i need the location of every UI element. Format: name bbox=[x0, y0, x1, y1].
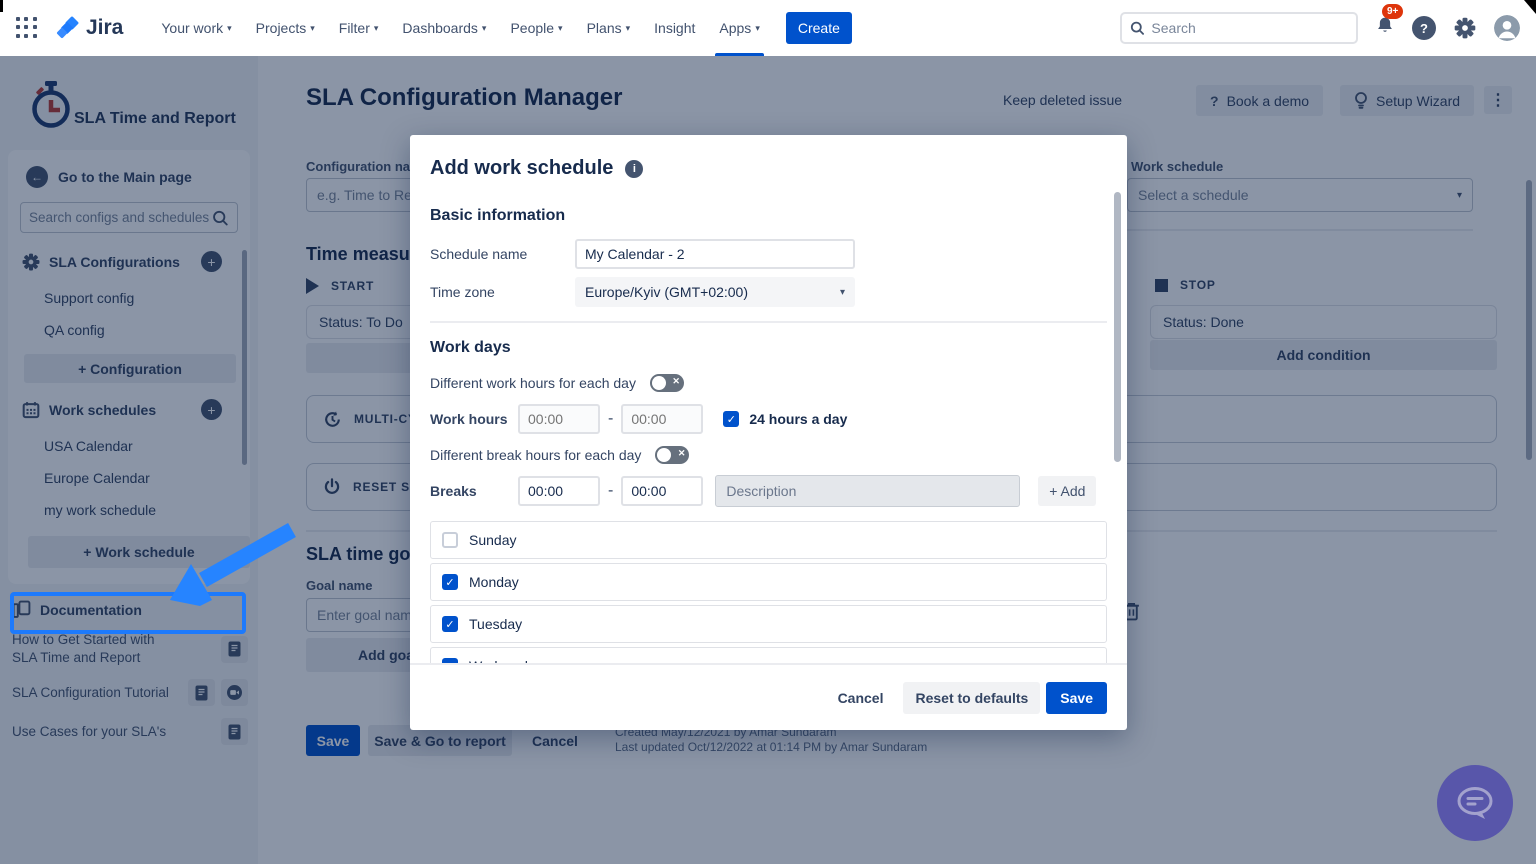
chevron-down-icon: ▾ bbox=[482, 23, 487, 34]
topnav-right-cluster: 9+ ? bbox=[1120, 12, 1520, 44]
all-day-label: 24 hours a day bbox=[749, 411, 847, 427]
search-input[interactable] bbox=[1151, 20, 1348, 36]
modal-title: Add work schedule bbox=[430, 157, 613, 180]
nav-item-people[interactable]: People▾ bbox=[498, 0, 574, 56]
nav-item-projects[interactable]: Projects▾ bbox=[244, 0, 327, 56]
nav-item-your-work[interactable]: Your work▾ bbox=[149, 0, 243, 56]
reset-defaults-button[interactable]: Reset to defaults bbox=[903, 682, 1040, 714]
cursor-artifact bbox=[1524, 0, 1536, 14]
modal-cancel-button[interactable]: Cancel bbox=[824, 682, 898, 714]
day-label: Sunday bbox=[469, 532, 516, 548]
chevron-down-icon: ▾ bbox=[558, 23, 563, 34]
schedule-name-label: Schedule name bbox=[430, 246, 575, 262]
modal-save-button[interactable]: Save bbox=[1046, 682, 1107, 714]
nav-item-insight[interactable]: Insight bbox=[642, 0, 707, 56]
diff-break-hours-toggle[interactable]: ✕ bbox=[655, 446, 689, 464]
main-menu: Your work▾Projects▾Filter▾Dashboards▾Peo… bbox=[149, 0, 771, 56]
nav-item-plans[interactable]: Plans▾ bbox=[575, 0, 643, 56]
day-checkbox[interactable] bbox=[442, 532, 458, 548]
day-label: Monday bbox=[469, 574, 519, 590]
chat-widget-button[interactable] bbox=[1437, 765, 1513, 841]
breaks-to-input[interactable] bbox=[621, 476, 703, 506]
screen-artifact bbox=[0, 0, 3, 12]
notifications-button[interactable]: 9+ bbox=[1376, 16, 1394, 40]
global-search[interactable] bbox=[1120, 12, 1358, 44]
day-row-sunday[interactable]: Sunday bbox=[430, 521, 1107, 559]
schedule-name-input[interactable] bbox=[575, 239, 855, 269]
profile-avatar[interactable] bbox=[1494, 15, 1520, 41]
chevron-down-icon: ▾ bbox=[626, 23, 631, 34]
diff-break-hours-label: Different break hours for each day bbox=[430, 447, 641, 463]
add-work-schedule-modal: Add work schedule i Basic information Sc… bbox=[410, 135, 1127, 730]
day-checkbox[interactable]: ✓ bbox=[442, 574, 458, 590]
chevron-down-icon: ▾ bbox=[227, 23, 232, 34]
modal-footer: Cancel Reset to defaults Save bbox=[410, 663, 1127, 730]
breaks-from-input[interactable] bbox=[518, 476, 600, 506]
top-navigation: Jira Your work▾Projects▾Filter▾Dashboard… bbox=[0, 0, 1536, 56]
nav-item-filter[interactable]: Filter▾ bbox=[327, 0, 391, 56]
day-row-wednesday[interactable]: ✓Wednesday bbox=[430, 647, 1107, 663]
settings-gear-icon[interactable] bbox=[1454, 17, 1476, 39]
chevron-down-icon: ▾ bbox=[374, 23, 379, 34]
day-label: Tuesday bbox=[469, 616, 522, 632]
timezone-label: Time zone bbox=[430, 284, 575, 300]
work-days-heading: Work days bbox=[430, 339, 1107, 357]
diff-work-hours-toggle[interactable]: ✕ bbox=[650, 374, 684, 392]
chevron-down-icon: ▾ bbox=[840, 287, 845, 298]
person-icon bbox=[1494, 15, 1520, 41]
diff-work-hours-label: Different work hours for each day bbox=[430, 375, 636, 391]
basic-information-heading: Basic information bbox=[430, 207, 1107, 225]
day-row-tuesday[interactable]: ✓ Tuesday bbox=[430, 605, 1107, 643]
chevron-down-icon: ▾ bbox=[310, 23, 315, 34]
create-button[interactable]: Create bbox=[786, 12, 852, 44]
jira-logo[interactable]: Jira bbox=[56, 16, 123, 40]
app-window: Jira Your work▾Projects▾Filter▾Dashboard… bbox=[0, 0, 1536, 864]
app-switcher-icon[interactable] bbox=[16, 17, 38, 39]
help-button[interactable]: ? bbox=[1412, 16, 1436, 40]
divider bbox=[430, 321, 1107, 323]
day-checkbox[interactable]: ✓ bbox=[442, 616, 458, 632]
nav-item-apps[interactable]: Apps▾ bbox=[707, 0, 771, 56]
day-list: Sunday ✓ Monday ✓ Tuesday ✓Wednesday bbox=[430, 521, 1107, 663]
info-icon[interactable]: i bbox=[625, 160, 643, 178]
break-description-input[interactable] bbox=[715, 475, 1020, 507]
all-day-checkbox[interactable]: ✓ bbox=[723, 411, 739, 427]
modal-body: Basic information Schedule name Time zon… bbox=[410, 195, 1127, 663]
jira-wordmark: Jira bbox=[86, 16, 123, 40]
work-hours-from-input[interactable] bbox=[518, 404, 600, 434]
search-icon bbox=[1130, 20, 1144, 36]
breaks-label: Breaks bbox=[430, 483, 518, 499]
work-hours-label: Work hours bbox=[430, 411, 518, 427]
arrow-annotation bbox=[140, 518, 310, 623]
chevron-down-icon: ▾ bbox=[755, 23, 760, 34]
jira-mark-icon bbox=[56, 16, 80, 40]
chat-bubble-icon bbox=[1455, 785, 1495, 821]
nav-item-dashboards[interactable]: Dashboards▾ bbox=[390, 0, 498, 56]
timezone-select[interactable]: Europe/Kyiv (GMT+02:00) ▾ bbox=[575, 277, 855, 307]
add-break-button[interactable]: + Add bbox=[1038, 476, 1096, 506]
notification-badge: 9+ bbox=[1382, 4, 1403, 19]
modal-scrollbar[interactable] bbox=[1114, 192, 1121, 462]
work-hours-to-input[interactable] bbox=[621, 404, 703, 434]
day-row-monday[interactable]: ✓ Monday bbox=[430, 563, 1107, 601]
